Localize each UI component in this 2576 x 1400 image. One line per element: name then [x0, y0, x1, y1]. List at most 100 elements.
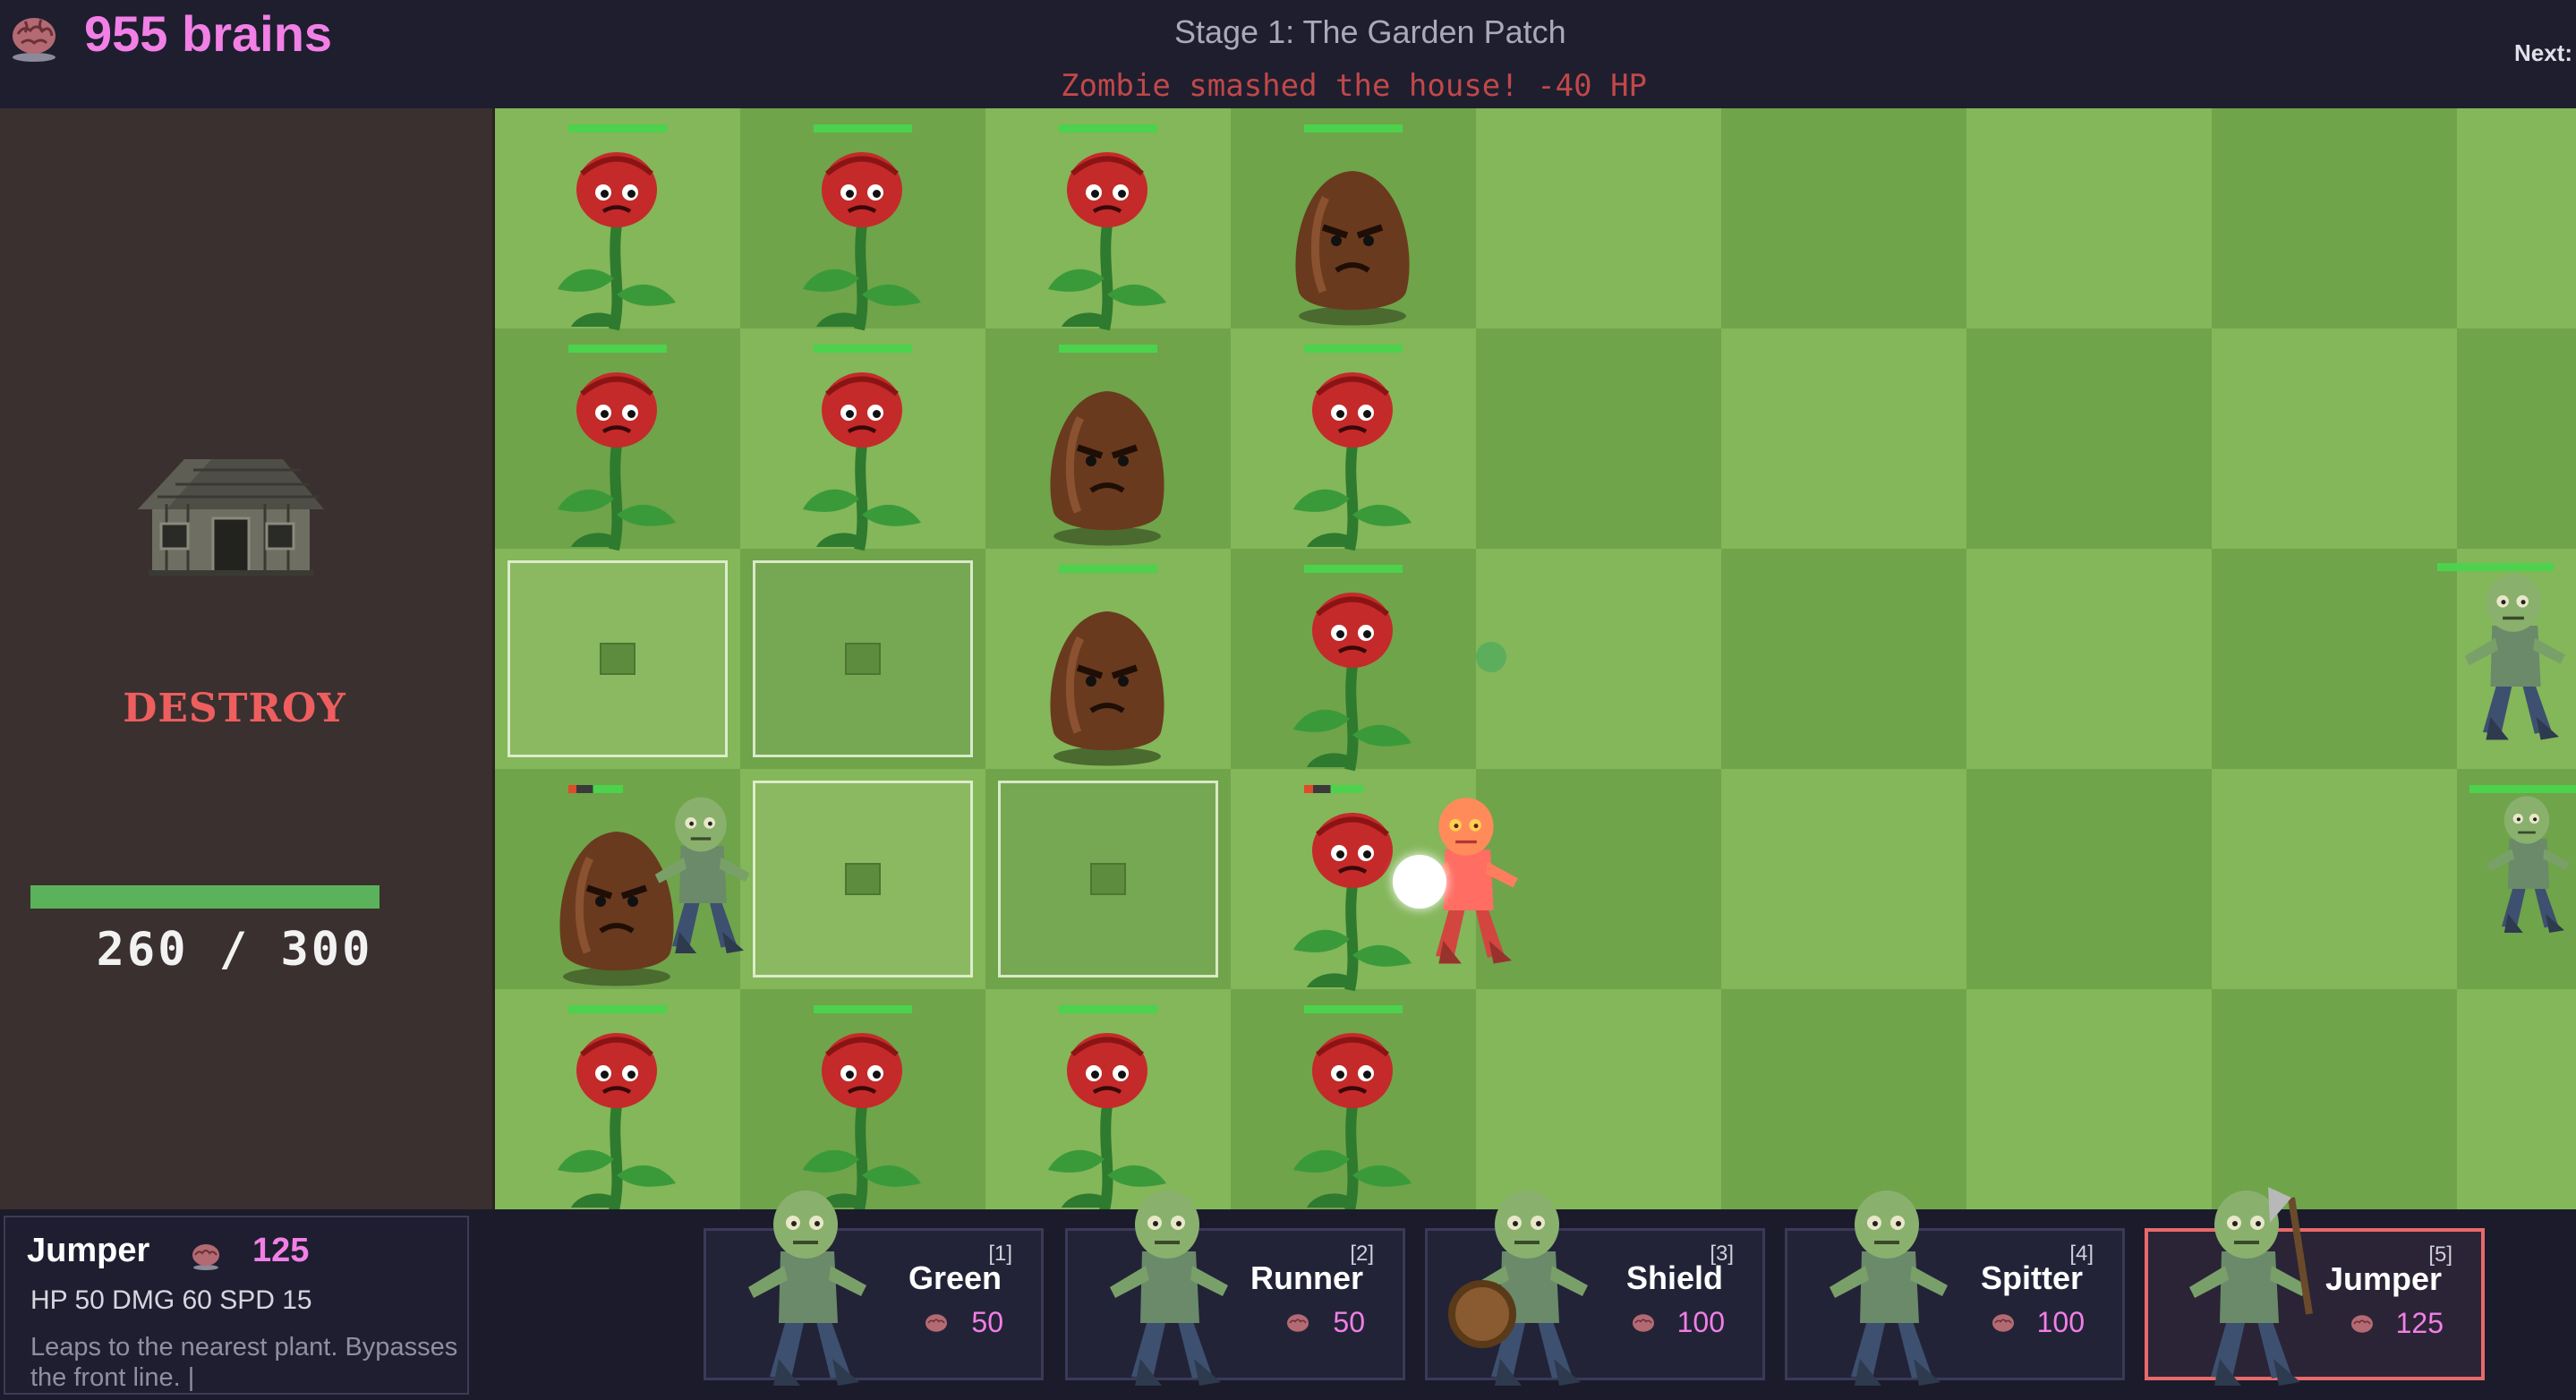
plant-health-bar [1304, 124, 1403, 132]
board-cell[interactable] [2212, 769, 2457, 989]
rose-plant-icon[interactable] [1272, 585, 1433, 772]
board-cell[interactable] [2212, 549, 2457, 769]
unit-info-cost: 125 [252, 1232, 310, 1269]
rose-plant-icon[interactable] [781, 364, 943, 551]
board-cell[interactable] [1721, 989, 1966, 1209]
rose-plant-icon[interactable] [536, 364, 697, 551]
brain-icon [2351, 1315, 2373, 1333]
game-board[interactable] [495, 108, 2576, 1212]
rose-plant-icon[interactable] [536, 144, 697, 331]
unit-info-name: Jumper [27, 1232, 150, 1269]
empty-planting-slot[interactable] [998, 781, 1218, 977]
game-screen: 955 brains Stage 1: The Garden Patch Nex… [0, 0, 2576, 1400]
board-cell[interactable] [1966, 329, 2212, 549]
board-cell[interactable] [2212, 989, 2457, 1209]
zombie-health-bar [2469, 785, 2576, 793]
plant-health-bar [568, 785, 623, 793]
zombie-icon[interactable] [629, 789, 772, 968]
unit-info-stats: HP 50 DMG 60 SPD 15 [30, 1285, 312, 1315]
top-bar: 955 brains Stage 1: The Garden Patch Nex… [0, 0, 2576, 108]
house-health-bar [30, 885, 433, 909]
board-cell[interactable] [1476, 108, 1721, 329]
plant-health-bar [814, 1005, 912, 1013]
brain-icon [1633, 1314, 1654, 1332]
rose-plant-icon[interactable] [1027, 1025, 1188, 1212]
zombie-icon [1078, 1180, 1257, 1395]
card-cost: 50 [971, 1306, 1003, 1338]
plant-health-bar [568, 345, 667, 353]
plant-health-bar [1059, 124, 1157, 132]
plant-health-bar [1304, 1005, 1403, 1013]
board-cell[interactable] [1476, 549, 1721, 769]
event-message: Zombie smashed the house! -40 HP [1061, 68, 1648, 104]
brain-icon [925, 1314, 947, 1332]
board-cell[interactable] [2212, 108, 2457, 329]
slot-marker-icon [600, 643, 635, 675]
rose-plant-icon[interactable] [781, 1025, 943, 1212]
stage-title: Stage 1: The Garden Patch [1174, 13, 1566, 50]
slot-marker-icon [845, 643, 881, 675]
board-cell[interactable] [1721, 549, 1966, 769]
projectile-icon [1476, 642, 1506, 672]
zombie-icon [1437, 1180, 1616, 1395]
unit-info-description: Leaps to the nearest plant. Bypasses the… [30, 1333, 458, 1392]
rose-plant-icon[interactable] [536, 1025, 697, 1212]
empty-planting-slot[interactable] [508, 560, 728, 757]
rose-plant-icon[interactable] [1272, 364, 1433, 551]
rose-plant-icon[interactable] [1027, 144, 1188, 331]
zombie-icon [2157, 1180, 2336, 1395]
plant-health-bar [814, 124, 912, 132]
board-cell[interactable] [1721, 329, 1966, 549]
seed-plant-icon[interactable] [1027, 585, 1188, 766]
seed-plant-icon[interactable] [1027, 364, 1188, 546]
house-health-text: 260 / 300 [96, 923, 373, 977]
plant-health-bar [1304, 345, 1403, 353]
next-label: Next: [2513, 39, 2572, 66]
board-cell[interactable] [1721, 769, 1966, 989]
zombie-health-bar [2437, 563, 2554, 571]
rose-plant-icon[interactable] [1272, 1025, 1433, 1212]
plant-health-bar [814, 345, 912, 353]
brain-icon [1287, 1314, 1309, 1332]
plant-health-bar [1304, 565, 1403, 573]
board-cell[interactable] [2457, 108, 2576, 329]
board-cell[interactable] [2457, 989, 2576, 1209]
zombie-icon[interactable] [2464, 789, 2576, 968]
board-cell[interactable] [1966, 769, 2212, 989]
brains-counter: 955 brains [84, 5, 333, 62]
plant-health-bar [1059, 345, 1157, 353]
board-cell[interactable] [1966, 989, 2212, 1209]
brain-icon [1992, 1314, 2014, 1332]
card-cost: 50 [1333, 1306, 1365, 1338]
board-cell[interactable] [1721, 108, 1966, 329]
board-cell[interactable] [2457, 329, 2576, 549]
card-cost: 100 [2036, 1306, 2085, 1338]
plant-health-bar [568, 1005, 667, 1013]
board-cell[interactable] [2212, 329, 2457, 549]
brain-icon [192, 1244, 219, 1270]
plant-health-bar [1059, 565, 1157, 573]
house-panel: DESTROY 260 / 300 [0, 108, 496, 1209]
plant-health-bar [1304, 785, 1363, 793]
board-cell[interactable] [1966, 108, 2212, 329]
card-cost: 125 [2395, 1307, 2444, 1339]
destroy-label: DESTROY [123, 686, 346, 731]
board-cell[interactable] [1476, 989, 1721, 1209]
house-icon[interactable] [131, 452, 331, 577]
empty-planting-slot[interactable] [753, 781, 973, 977]
board-cell[interactable] [1966, 549, 2212, 769]
plant-health-bar [1059, 1005, 1157, 1013]
zombie-icon [716, 1180, 895, 1395]
brain-icon [13, 18, 55, 62]
slot-marker-icon [1090, 863, 1126, 895]
projectile-icon [1393, 855, 1446, 909]
plant-health-bar [568, 124, 667, 132]
slot-marker-icon [845, 863, 881, 895]
rose-plant-icon[interactable] [781, 144, 943, 331]
empty-planting-slot[interactable] [753, 560, 973, 757]
zombie-icon[interactable] [2437, 565, 2576, 744]
board-cell[interactable] [1476, 329, 1721, 549]
seed-plant-icon[interactable] [1272, 144, 1433, 326]
zombie-icon [1797, 1180, 1976, 1395]
card-cost: 100 [1676, 1306, 1725, 1338]
